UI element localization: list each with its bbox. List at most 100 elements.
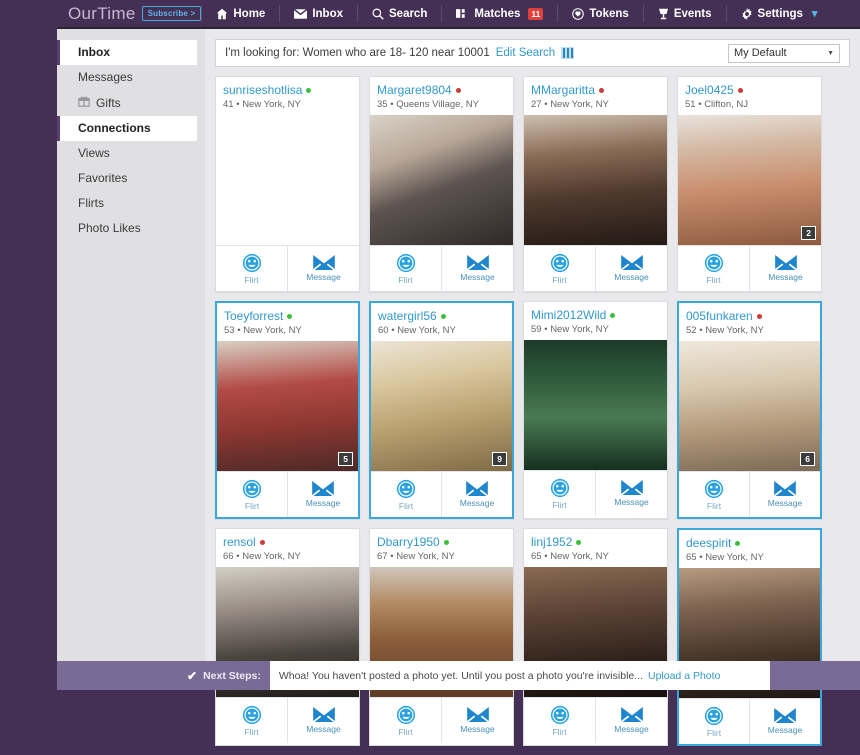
profile-username-row[interactable]: rensol — [223, 535, 352, 549]
message-button[interactable]: Message — [441, 698, 513, 743]
message-button[interactable]: Message — [749, 472, 820, 517]
message-button[interactable]: Message — [595, 698, 667, 743]
nav-item-inbox[interactable]: Inbox — [280, 0, 357, 27]
flirt-button[interactable]: Flirt — [217, 472, 287, 517]
message-button[interactable]: Message — [287, 698, 359, 743]
profile-username-row[interactable]: Joel0425 — [685, 83, 814, 97]
profile-username-row[interactable]: watergirl56 — [378, 309, 505, 323]
profile-photo[interactable] — [370, 115, 513, 245]
profile-photo[interactable]: 9 — [371, 341, 512, 471]
flirt-button[interactable]: Flirt — [524, 471, 595, 516]
profile-photo[interactable]: 6 — [679, 341, 820, 471]
message-button[interactable]: Message — [595, 246, 667, 291]
next-steps-bar: ✔ Next Steps: Whoa! You haven't posted a… — [57, 661, 860, 690]
online-status-dot — [444, 540, 449, 545]
edit-search-link[interactable]: Edit Search — [496, 47, 555, 59]
smiley-icon — [704, 253, 724, 273]
sliders-icon[interactable] — [561, 47, 574, 59]
profile-card[interactable]: Joel042551 • Clifton, NJ2 Flirt Message — [677, 76, 822, 292]
brand-logo-group[interactable]: OurTime Subscribe > — [68, 4, 201, 24]
flirt-button[interactable]: Flirt — [679, 472, 749, 517]
cards-icon — [456, 8, 469, 19]
sidebar-item-connections[interactable]: Connections — [57, 116, 197, 141]
top-navigation-bar: OurTime Subscribe > HomeInboxSearchMatch… — [0, 0, 860, 27]
nav-item-matches[interactable]: Matches11 — [442, 0, 557, 27]
profile-card-header: Joel042551 • Clifton, NJ — [678, 77, 821, 115]
profile-card-header: 005funkaren52 • New York, NY — [679, 303, 820, 341]
flirt-label: Flirt — [245, 501, 259, 511]
nav-item-settings[interactable]: Settings▾ — [727, 0, 832, 27]
profile-username-row[interactable]: MMargaritta — [531, 83, 660, 97]
profile-username-row[interactable]: deespirit — [686, 536, 813, 550]
flirt-button[interactable]: Flirt — [216, 698, 287, 743]
envelope-icon — [467, 255, 489, 270]
profile-card[interactable]: linj195265 • New York, NYFlirtMessage — [523, 528, 668, 746]
message-button[interactable]: Message — [749, 699, 820, 744]
profile-card[interactable]: Mimi2012Wild59 • New York, NYFlirtMessag… — [523, 301, 668, 519]
nav-item-tokens[interactable]: Tokens — [558, 0, 642, 27]
message-label: Message — [460, 272, 495, 282]
profile-card[interactable]: Toeyforrest53 • New York, NY5FlirtMessag… — [215, 301, 360, 519]
envelope-icon — [774, 708, 796, 723]
profile-username-row[interactable]: Dbarry1950 — [377, 535, 506, 549]
profile-card[interactable]: Margaret980435 • Queens Village, NYFlirt… — [369, 76, 514, 292]
flirt-button[interactable]: Flirt — [370, 698, 441, 743]
chevron-down-icon[interactable]: ▾ — [812, 7, 818, 20]
profile-username-row[interactable]: linj1952 — [531, 535, 660, 549]
profile-photo[interactable] — [216, 115, 359, 245]
envelope-icon — [466, 481, 488, 496]
nav-item-events[interactable]: Events — [644, 0, 726, 27]
flirt-button[interactable]: Flirt — [370, 246, 441, 291]
sidebar-item-favorites[interactable]: Favorites — [57, 166, 205, 191]
nav-item-home[interactable]: Home — [202, 0, 279, 27]
message-label: Message — [768, 498, 803, 508]
message-button[interactable]: Message — [287, 472, 358, 517]
profile-photo[interactable] — [524, 115, 667, 245]
profile-age: 52 — [686, 325, 697, 336]
profile-username-row[interactable]: sunriseshotlisa — [223, 83, 352, 97]
message-button[interactable]: Message — [441, 246, 513, 291]
search-preset-select[interactable]: My Default ▼ — [728, 44, 840, 63]
envelope-icon — [313, 255, 335, 270]
sidebar-item-views[interactable]: Views — [57, 141, 205, 166]
profile-card-header: rensol66 • New York, NY — [216, 529, 359, 567]
profile-photo[interactable]: 2 — [678, 115, 821, 245]
profile-photo[interactable] — [524, 340, 667, 470]
nav-item-search[interactable]: Search — [358, 0, 441, 27]
profile-card[interactable]: sunriseshotlisa41 • New York, NYFlirtMes… — [215, 76, 360, 292]
profile-age: 65 — [686, 552, 697, 563]
profile-card[interactable]: 005funkaren52 • New York, NY6FlirtMessag… — [677, 301, 822, 519]
profile-card[interactable]: Dbarry195067 • New York, NYFlirtMessage — [369, 528, 514, 746]
sidebar-item-messages[interactable]: Messages — [57, 65, 205, 90]
profile-card[interactable]: MMargaritta27 • New York, NYFlirtMessage — [523, 76, 668, 292]
sidebar-item-gifts[interactable]: Gifts — [57, 90, 205, 116]
profile-card[interactable]: deespirit65 • New York, NYFlirtMessage — [677, 528, 822, 746]
message-button[interactable]: Message — [441, 472, 512, 517]
profile-username-row[interactable]: 005funkaren — [686, 309, 813, 323]
profile-card-header: watergirl5660 • New York, NY — [371, 303, 512, 341]
envelope-icon — [775, 255, 797, 270]
profile-username-row[interactable]: Margaret9804 — [377, 83, 506, 97]
flirt-button[interactable]: Flirt — [524, 698, 595, 743]
upload-photo-link[interactable]: Upload a Photo — [648, 670, 720, 682]
sidebar-item-flirts[interactable]: Flirts — [57, 191, 205, 216]
profile-photo[interactable]: 5 — [217, 341, 358, 471]
message-button[interactable]: Message — [749, 246, 821, 291]
message-button[interactable]: Message — [287, 246, 359, 291]
profile-username-row[interactable]: Mimi2012Wild — [531, 308, 660, 322]
flirt-button[interactable]: Flirt — [678, 246, 749, 291]
sidebar-item-inbox[interactable]: Inbox — [57, 40, 197, 65]
subscribe-button[interactable]: Subscribe > — [142, 6, 202, 21]
flirt-button[interactable]: Flirt — [216, 246, 287, 291]
profile-card[interactable]: rensol66 • New York, NY FlirtMessage — [215, 528, 360, 746]
flirt-button[interactable]: Flirt — [371, 472, 441, 517]
profile-username-row[interactable]: Toeyforrest — [224, 309, 351, 323]
sidebar-item-photo-likes[interactable]: Photo Likes — [57, 216, 205, 241]
profile-card-actions: FlirtMessage — [524, 470, 667, 516]
profile-card[interactable]: watergirl5660 • New York, NY9FlirtMessag… — [369, 301, 514, 519]
flirt-label: Flirt — [706, 275, 720, 285]
message-button[interactable]: Message — [595, 471, 667, 516]
flirt-button[interactable]: Flirt — [679, 699, 749, 744]
message-label: Message — [306, 498, 341, 508]
flirt-button[interactable]: Flirt — [524, 246, 595, 291]
